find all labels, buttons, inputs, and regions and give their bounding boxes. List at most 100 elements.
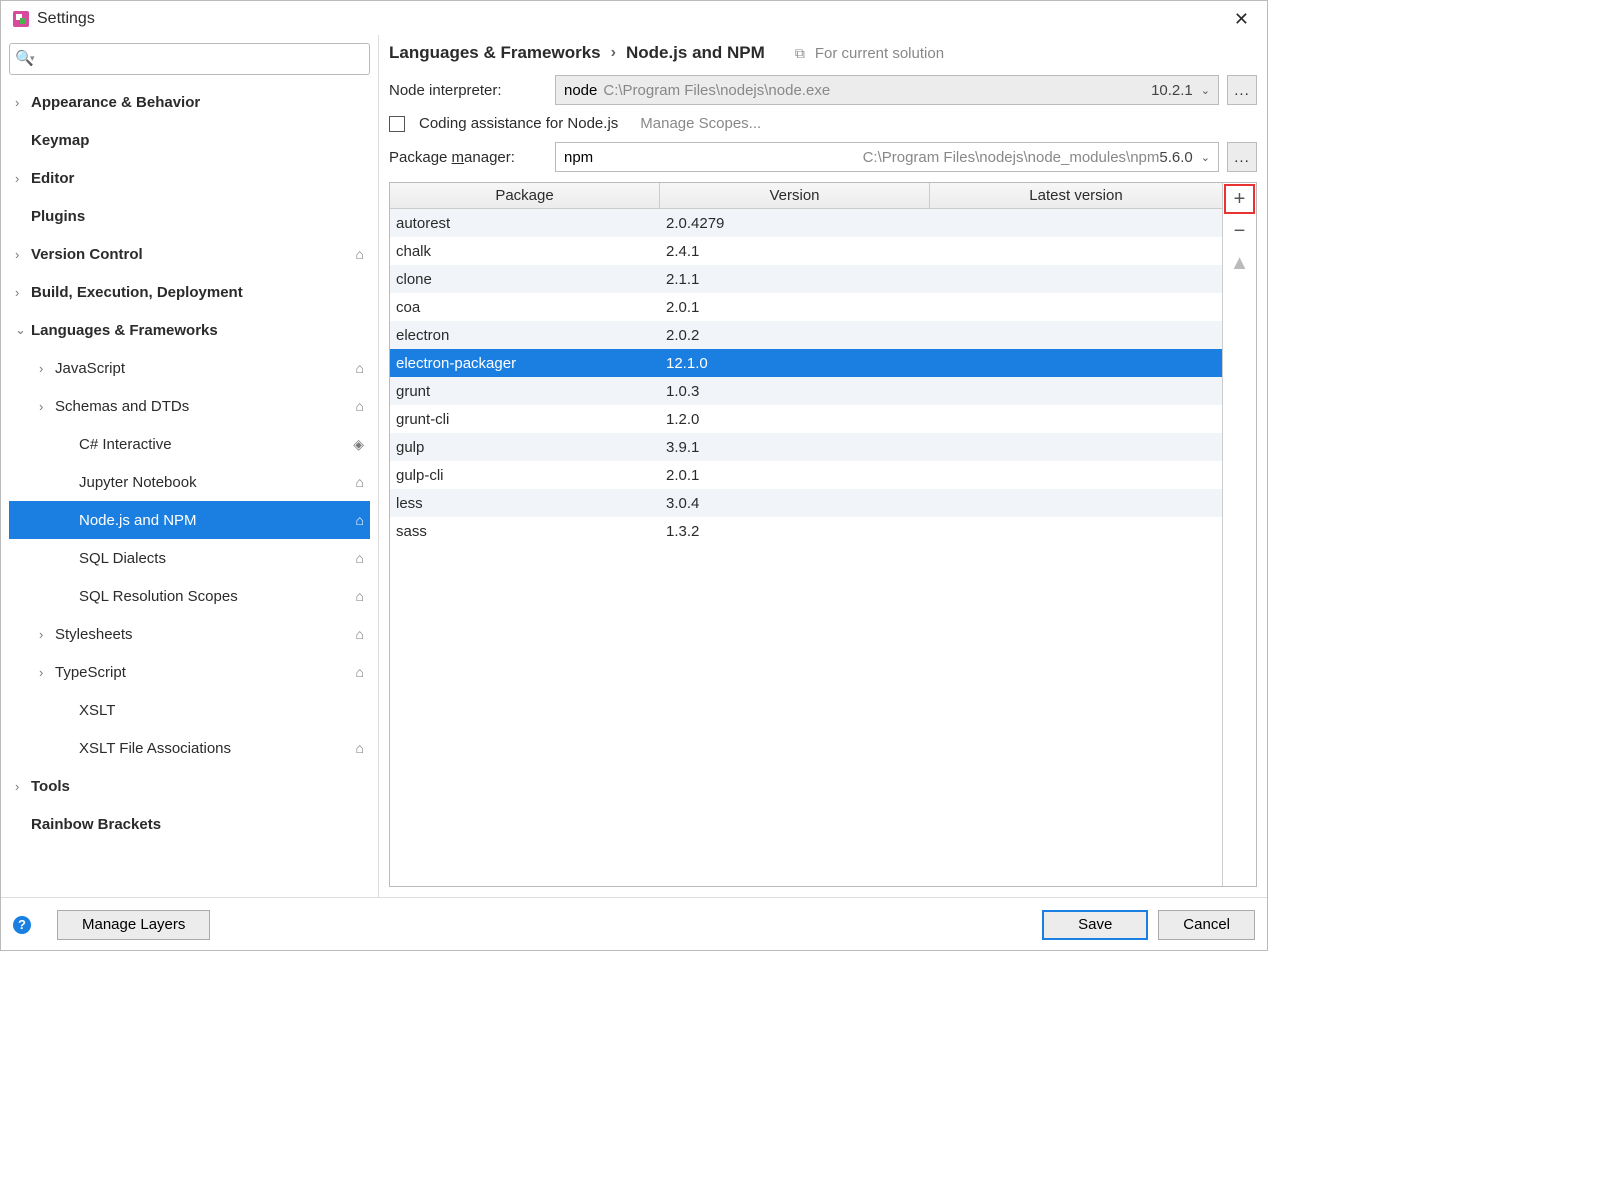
- chevron-down-icon: ⌄: [1201, 151, 1210, 164]
- close-button[interactable]: ✕: [1226, 5, 1257, 34]
- table-row[interactable]: gulp3.9.1: [390, 433, 1222, 461]
- packages-table-wrap: Package Version Latest version autorest2…: [389, 182, 1257, 887]
- manage-layers-button[interactable]: Manage Layers: [57, 910, 210, 940]
- tree-item-plugins[interactable]: Plugins: [9, 197, 370, 235]
- table-row[interactable]: chalk2.4.1: [390, 237, 1222, 265]
- cell-version: 1.2.0: [660, 411, 930, 428]
- search-dropdown-icon[interactable]: ▾: [30, 53, 35, 64]
- tree-item-xslt[interactable]: XSLT: [9, 691, 370, 729]
- tree-label: Tools: [31, 778, 364, 795]
- table-row[interactable]: clone2.1.1: [390, 265, 1222, 293]
- tree-item-typescript[interactable]: ›TypeScript⌂: [9, 653, 370, 691]
- scope-badge-icon: ◈: [353, 436, 364, 453]
- scope-badge-icon: ⌂: [356, 588, 364, 604]
- table-row[interactable]: gulp-cli2.0.1: [390, 461, 1222, 489]
- package-manager-label: Package manager:: [389, 149, 547, 166]
- packager-value: npm: [564, 149, 593, 166]
- col-latest[interactable]: Latest version: [930, 183, 1222, 208]
- expand-icon: ›: [39, 361, 55, 376]
- cell-version: 1.0.3: [660, 383, 930, 400]
- interpreter-value: node: [564, 82, 597, 99]
- table-row[interactable]: grunt-cli1.2.0: [390, 405, 1222, 433]
- tree-label: Languages & Frameworks: [31, 322, 364, 339]
- remove-package-button[interactable]: −: [1223, 215, 1256, 247]
- expand-icon: ›: [15, 247, 31, 262]
- expand-icon: ›: [15, 285, 31, 300]
- scope-badge-icon: ⌂: [356, 626, 364, 642]
- tree-item-appearance-behavior[interactable]: ›Appearance & Behavior: [9, 83, 370, 121]
- tree-label: SQL Dialects: [79, 550, 356, 567]
- tree-label: C# Interactive: [79, 436, 353, 453]
- tree-item-editor[interactable]: ›Editor: [9, 159, 370, 197]
- cell-version: 2.1.1: [660, 271, 930, 288]
- settings-content: Languages & Frameworks › Node.js and NPM…: [379, 35, 1267, 897]
- scope-badge-icon: ⌂: [356, 664, 364, 680]
- tree-label: Plugins: [31, 208, 364, 225]
- tree-item-tools[interactable]: ›Tools: [9, 767, 370, 805]
- cell-package: less: [390, 495, 660, 512]
- cell-package: chalk: [390, 243, 660, 260]
- tree-item-languages-frameworks[interactable]: ⌄Languages & Frameworks: [9, 311, 370, 349]
- tree-item-sql-resolution-scopes[interactable]: SQL Resolution Scopes⌂: [9, 577, 370, 615]
- tree-item-version-control[interactable]: ›Version Control⌂: [9, 235, 370, 273]
- cell-package: autorest: [390, 215, 660, 232]
- scope-badge-icon: ⌂: [356, 360, 364, 376]
- packager-path: C:\Program Files\nodejs\node_modules\npm: [599, 149, 1159, 166]
- tree-label: JavaScript: [55, 360, 356, 377]
- cell-package: grunt-cli: [390, 411, 660, 428]
- tree-item-javascript[interactable]: ›JavaScript⌂: [9, 349, 370, 387]
- breadcrumb-category[interactable]: Languages & Frameworks: [389, 43, 601, 63]
- manage-scopes-link[interactable]: Manage Scopes...: [640, 115, 761, 132]
- table-row[interactable]: coa2.0.1: [390, 293, 1222, 321]
- table-row[interactable]: electron-packager12.1.0: [390, 349, 1222, 377]
- node-interpreter-combo[interactable]: node C:\Program Files\nodejs\node.exe 10…: [555, 75, 1219, 105]
- window-title: Settings: [37, 10, 95, 28]
- expand-icon: ⌄: [15, 322, 31, 338]
- tree-label: Version Control: [31, 246, 356, 263]
- package-manager-combo[interactable]: npm C:\Program Files\nodejs\node_modules…: [555, 142, 1219, 172]
- tree-item-c-interactive[interactable]: C# Interactive◈: [9, 425, 370, 463]
- packager-browse-button[interactable]: ...: [1227, 142, 1257, 172]
- col-version[interactable]: Version: [660, 183, 930, 208]
- tree-label: TypeScript: [55, 664, 356, 681]
- cell-package: gulp: [390, 439, 660, 456]
- cell-version: 12.1.0: [660, 355, 930, 372]
- table-row[interactable]: sass1.3.2: [390, 517, 1222, 545]
- breadcrumb-page: Node.js and NPM: [626, 43, 765, 63]
- table-row[interactable]: electron2.0.2: [390, 321, 1222, 349]
- table-row[interactable]: less3.0.4: [390, 489, 1222, 517]
- scope-icon: ⧉: [795, 45, 805, 62]
- expand-icon: ›: [39, 399, 55, 414]
- tree-item-xslt-file-associations[interactable]: XSLT File Associations⌂: [9, 729, 370, 767]
- tree-item-build-execution-deployment[interactable]: ›Build, Execution, Deployment: [9, 273, 370, 311]
- cancel-button[interactable]: Cancel: [1158, 910, 1255, 940]
- expand-icon: ›: [15, 95, 31, 110]
- tree-item-keymap[interactable]: Keymap: [9, 121, 370, 159]
- tree-item-rainbow-brackets[interactable]: Rainbow Brackets: [9, 805, 370, 843]
- tree-item-schemas-and-dtds[interactable]: ›Schemas and DTDs⌂: [9, 387, 370, 425]
- tree-label: Keymap: [31, 132, 364, 149]
- tree-item-sql-dialects[interactable]: SQL Dialects⌂: [9, 539, 370, 577]
- cell-version: 2.0.2: [660, 327, 930, 344]
- interpreter-browse-button[interactable]: ...: [1227, 75, 1257, 105]
- packages-table: Package Version Latest version autorest2…: [390, 183, 1222, 886]
- help-button[interactable]: ?: [13, 916, 31, 934]
- cell-version: 2.4.1: [660, 243, 930, 260]
- add-package-button[interactable]: +: [1224, 184, 1255, 214]
- cell-version: 2.0.1: [660, 467, 930, 484]
- tree-label: Editor: [31, 170, 364, 187]
- table-row[interactable]: grunt1.0.3: [390, 377, 1222, 405]
- cell-version: 3.9.1: [660, 439, 930, 456]
- search-input[interactable]: [9, 43, 370, 75]
- save-button[interactable]: Save: [1042, 910, 1148, 940]
- cell-package: gulp-cli: [390, 467, 660, 484]
- tree-label: XSLT File Associations: [79, 740, 356, 757]
- chevron-down-icon: ⌄: [1201, 84, 1210, 97]
- tree-label: Appearance & Behavior: [31, 94, 364, 111]
- tree-item-stylesheets[interactable]: ›Stylesheets⌂: [9, 615, 370, 653]
- coding-assistance-checkbox[interactable]: [389, 116, 405, 132]
- table-row[interactable]: autorest2.0.4279: [390, 209, 1222, 237]
- tree-item-node-js-and-npm[interactable]: Node.js and NPM⌂: [9, 501, 370, 539]
- tree-item-jupyter-notebook[interactable]: Jupyter Notebook⌂: [9, 463, 370, 501]
- col-package[interactable]: Package: [390, 183, 660, 208]
